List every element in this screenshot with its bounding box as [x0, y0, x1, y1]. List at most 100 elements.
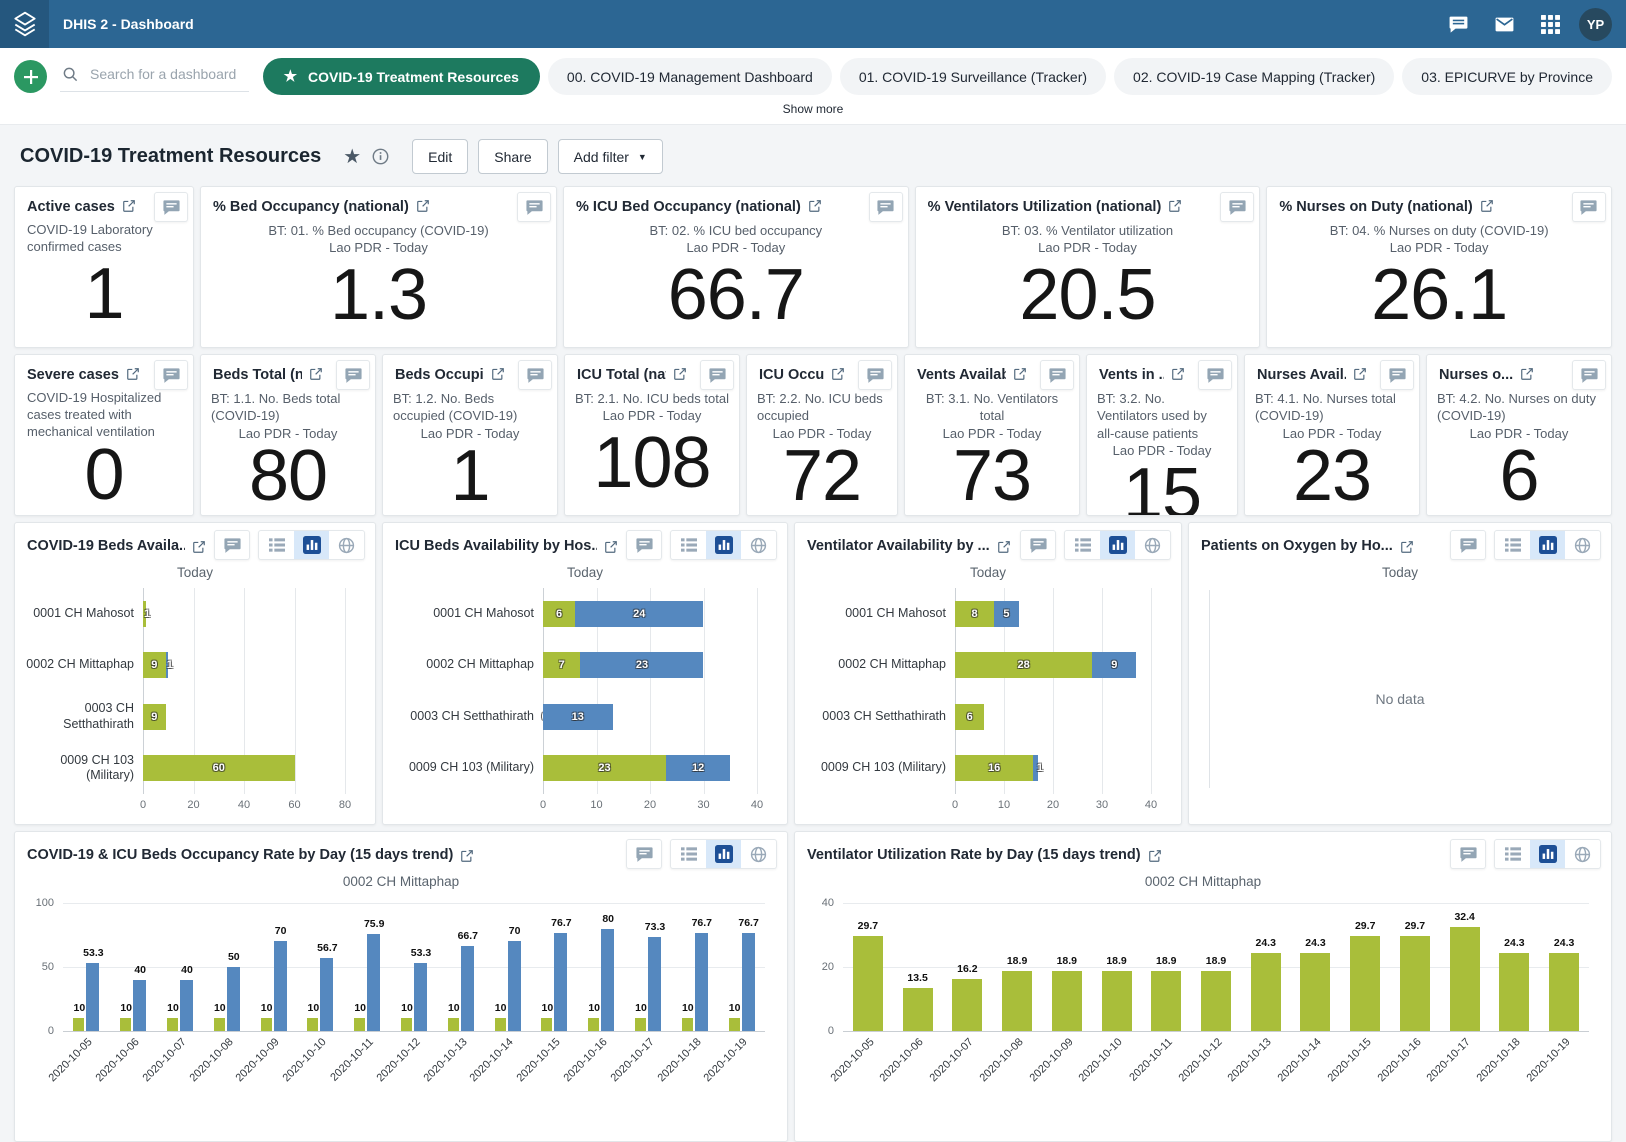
- comments-button[interactable]: [336, 360, 370, 390]
- open-in-app-icon[interactable]: [1353, 367, 1367, 381]
- column-bar[interactable]: [1102, 971, 1132, 1031]
- view-as-table-button[interactable]: [1495, 840, 1530, 868]
- open-in-app-icon[interactable]: [997, 540, 1011, 554]
- column-bar[interactable]: [1002, 971, 1032, 1031]
- open-in-app-icon[interactable]: [126, 367, 140, 381]
- column-bar[interactable]: [952, 979, 982, 1031]
- column-bar[interactable]: [274, 941, 287, 1031]
- open-in-app-icon[interactable]: [1013, 367, 1027, 381]
- column-bar[interactable]: [1450, 927, 1480, 1031]
- comments-button[interactable]: [1450, 839, 1486, 869]
- comments-button[interactable]: [1040, 360, 1074, 390]
- open-in-app-icon[interactable]: [673, 367, 687, 381]
- column-bar[interactable]: [1251, 953, 1281, 1031]
- column-bar[interactable]: [588, 1018, 599, 1031]
- comments-button[interactable]: [1020, 530, 1056, 560]
- column-bar[interactable]: [853, 936, 883, 1031]
- view-as-table-button[interactable]: [259, 531, 294, 559]
- comments-button[interactable]: [1220, 192, 1254, 222]
- column-bar[interactable]: [508, 941, 521, 1031]
- star-dashboard-icon[interactable]: ★: [343, 147, 361, 167]
- comments-button[interactable]: [626, 839, 662, 869]
- column-bar[interactable]: [648, 937, 661, 1031]
- column-bar[interactable]: [1400, 936, 1430, 1031]
- add-filter-button[interactable]: Add filter ▼: [558, 139, 663, 174]
- comments-button[interactable]: [869, 192, 903, 222]
- dashboard-search-input[interactable]: [88, 65, 247, 83]
- view-as-chart-button[interactable]: [1100, 531, 1135, 559]
- column-bar[interactable]: [1052, 971, 1082, 1031]
- column-bar[interactable]: [495, 1018, 506, 1031]
- open-in-app-icon[interactable]: [491, 367, 505, 381]
- column-bar[interactable]: [635, 1018, 646, 1031]
- edit-button[interactable]: Edit: [412, 139, 468, 174]
- dashboard-chip-4[interactable]: 03. EPICURVE by Province: [1402, 58, 1612, 95]
- view-as-chart-button[interactable]: [1530, 531, 1565, 559]
- comments-button[interactable]: [1572, 360, 1606, 390]
- column-bar[interactable]: [401, 1018, 412, 1031]
- view-as-map-button[interactable]: [1565, 840, 1600, 868]
- column-bar[interactable]: [120, 1018, 131, 1031]
- view-as-map-button[interactable]: [1135, 531, 1170, 559]
- open-in-app-icon[interactable]: [604, 540, 618, 554]
- open-in-app-icon[interactable]: [1520, 367, 1534, 381]
- view-as-map-button[interactable]: [329, 531, 364, 559]
- open-in-app-icon[interactable]: [460, 849, 474, 863]
- column-bar[interactable]: [1201, 971, 1231, 1031]
- column-bar[interactable]: [695, 933, 708, 1031]
- column-bar[interactable]: [86, 963, 99, 1031]
- view-as-table-button[interactable]: [1495, 531, 1530, 559]
- new-dashboard-button[interactable]: [14, 60, 47, 93]
- share-button[interactable]: Share: [478, 139, 547, 174]
- column-bar[interactable]: [307, 1018, 318, 1031]
- open-in-app-icon[interactable]: [1171, 367, 1185, 381]
- comments-button[interactable]: [1380, 360, 1414, 390]
- open-in-app-icon[interactable]: [416, 199, 430, 213]
- column-bar[interactable]: [1151, 971, 1181, 1031]
- info-icon[interactable]: [371, 147, 390, 166]
- dashboard-chip-3[interactable]: 02. COVID-19 Case Mapping (Tracker): [1114, 58, 1394, 95]
- column-bar[interactable]: [682, 1018, 693, 1031]
- column-bar[interactable]: [414, 963, 427, 1031]
- column-bar[interactable]: [742, 933, 755, 1031]
- dashboard-chip-0[interactable]: ★COVID-19 Treatment Resources: [263, 58, 540, 95]
- dhis2-logo[interactable]: [0, 0, 49, 48]
- view-as-map-button[interactable]: [741, 840, 776, 868]
- user-avatar[interactable]: YP: [1579, 8, 1612, 41]
- comments-button[interactable]: [626, 530, 662, 560]
- column-bar[interactable]: [214, 1018, 225, 1031]
- open-in-app-icon[interactable]: [1148, 849, 1162, 863]
- open-in-app-icon[interactable]: [192, 540, 206, 554]
- view-as-chart-button[interactable]: [706, 531, 741, 559]
- view-as-map-button[interactable]: [1565, 531, 1600, 559]
- column-bar[interactable]: [541, 1018, 552, 1031]
- show-more-button[interactable]: Show more: [773, 95, 854, 124]
- dashboard-chip-1[interactable]: 00. COVID-19 Management Dashboard: [548, 58, 832, 95]
- view-as-chart-button[interactable]: [706, 840, 741, 868]
- open-in-app-icon[interactable]: [1400, 540, 1414, 554]
- dashboard-chip-2[interactable]: 01. COVID-19 Surveillance (Tracker): [840, 58, 1106, 95]
- column-bar[interactable]: [227, 967, 240, 1031]
- open-in-app-icon[interactable]: [122, 199, 136, 213]
- mail-icon[interactable]: [1481, 0, 1527, 48]
- column-bar[interactable]: [1549, 953, 1579, 1031]
- comments-button[interactable]: [518, 360, 552, 390]
- column-bar[interactable]: [354, 1018, 365, 1031]
- apps-menu-icon[interactable]: [1527, 0, 1573, 48]
- comments-button[interactable]: [858, 360, 892, 390]
- column-bar[interactable]: [1300, 953, 1330, 1031]
- comments-button[interactable]: [517, 192, 551, 222]
- interpretations-icon[interactable]: [1435, 0, 1481, 48]
- column-bar[interactable]: [729, 1018, 740, 1031]
- column-bar[interactable]: [167, 1018, 178, 1031]
- open-in-app-icon[interactable]: [1168, 199, 1182, 213]
- column-bar[interactable]: [180, 980, 193, 1031]
- view-as-table-button[interactable]: [671, 531, 706, 559]
- comments-button[interactable]: [154, 192, 188, 222]
- open-in-app-icon[interactable]: [808, 199, 822, 213]
- column-bar[interactable]: [1499, 953, 1529, 1031]
- column-bar[interactable]: [461, 946, 474, 1031]
- comments-button[interactable]: [1198, 360, 1232, 390]
- open-in-app-icon[interactable]: [831, 367, 845, 381]
- column-bar[interactable]: [448, 1018, 459, 1031]
